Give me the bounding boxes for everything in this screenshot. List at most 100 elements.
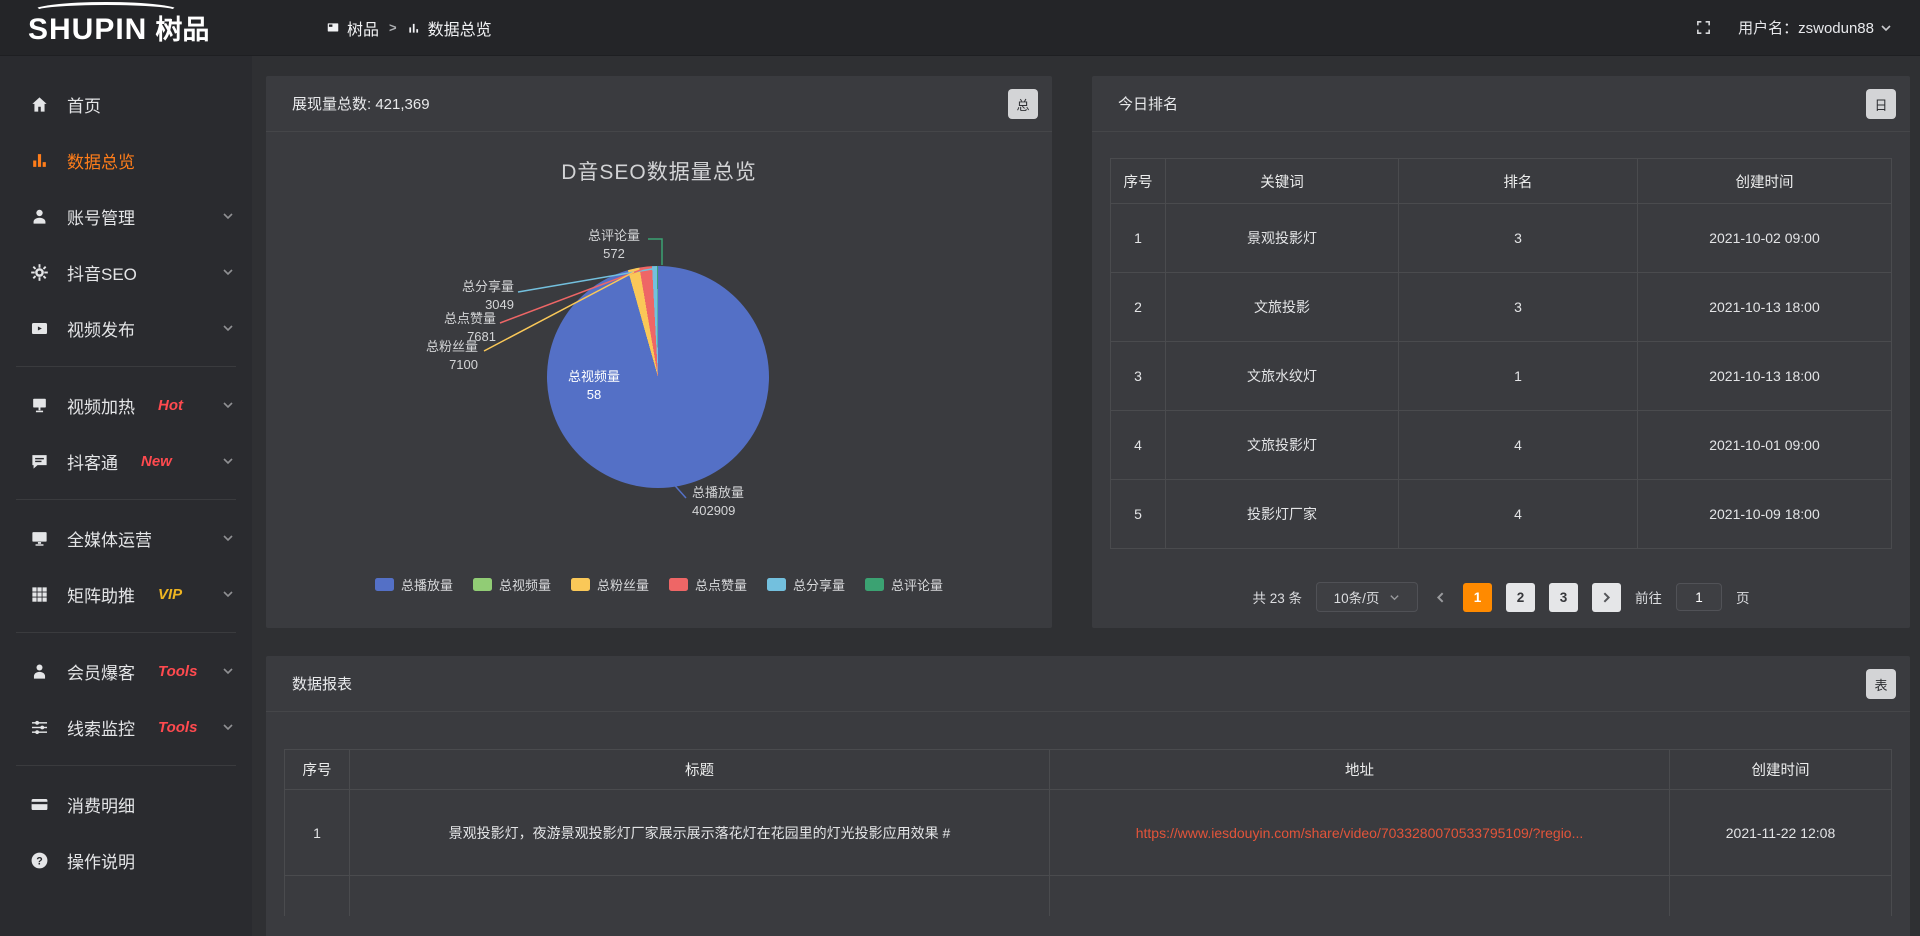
pie-label-fans: 总粉丝量 7100 [358,338,478,374]
pie-label-plays: 总播放量 402909 [692,484,802,520]
chevron-down-icon [222,266,234,278]
bar-chart-icon [407,21,421,35]
tools-badge: Tools [158,663,197,680]
table-row: 3文旅水纹灯12021-10-13 18:00 [1111,342,1892,411]
chevron-down-icon [1880,22,1892,34]
new-badge: New [141,453,172,470]
sliders-icon [30,717,50,737]
username-label: 用户名：zswodun88 [1738,17,1874,38]
sidebar-item-account[interactable]: 账号管理 [0,188,252,244]
grid-icon [30,584,50,604]
topbar: SHUPIN 树品 树品 > 数据总览 用户名：zswodun88 [0,0,1920,56]
page-button-2[interactable]: 2 [1506,583,1535,612]
fullscreen-icon[interactable] [1695,19,1712,36]
legend-item-videos[interactable]: 总视频量 [473,575,551,594]
chevron-down-icon [222,399,234,411]
legend-swatch [669,578,688,591]
legend-item-plays[interactable]: 总播放量 [375,575,453,594]
pagination-total: 共 23 条 [1252,587,1302,607]
chevron-down-icon [222,721,234,733]
vip-badge: VIP [158,586,182,603]
sidebar-item-instructions[interactable]: ? 操作说明 [0,832,252,888]
user-menu[interactable]: 用户名：zswodun88 [1738,17,1892,38]
report-table: 序号 标题 地址 创建时间 1 景观投影灯，夜游景观投影灯厂家展示展示落花灯在花… [284,749,1892,916]
ranking-table: 序号 关键词 排名 创建时间 1景观投影灯32021-10-02 09:00 2… [1110,158,1892,549]
legend-swatch [473,578,492,591]
chevron-down-icon [1389,592,1400,603]
table-row [285,876,1892,916]
page-button-1[interactable]: 1 [1463,583,1492,612]
sidebar: 首页 数据总览 账号管理 抖音SEO 视频发布 视频加热 Hot 抖客通 New… [0,56,252,936]
main-content: 抖音seo数据 全媒体运营数据 询盘数据 展现量总数: 421,369 总 D音… [252,0,1920,936]
chevron-down-icon [222,322,234,334]
sidebar-item-leads-monitor[interactable]: 线索监控 Tools [0,699,252,755]
sidebar-item-matrix-boost[interactable]: 矩阵助推 VIP [0,566,252,622]
sidebar-item-video-publish[interactable]: 视频发布 [0,300,252,356]
sidebar-item-doukertong[interactable]: 抖客通 New [0,433,252,489]
svg-text:?: ? [36,855,43,867]
legend-item-fans[interactable]: 总粉丝量 [571,575,649,594]
next-page-button[interactable] [1592,583,1621,612]
report-panel-header: 数据报表 表 [266,656,1910,712]
gear-icon [30,262,50,282]
sidebar-item-data-overview[interactable]: 数据总览 [0,132,252,188]
person-icon [30,661,50,681]
table-row: 1 景观投影灯，夜游景观投影灯厂家展示展示落花灯在花园里的灯光投影应用效果 # … [285,790,1892,876]
breadcrumb-current[interactable]: 数据总览 [407,16,492,40]
goto-label: 前往 [1635,587,1662,607]
report-title: 数据报表 [292,673,352,694]
sidebar-divider [16,499,236,500]
sidebar-item-video-heat[interactable]: 视频加热 Hot [0,377,252,433]
chevron-down-icon [222,532,234,544]
hot-badge: Hot [158,397,183,414]
user-icon [30,206,50,226]
data-report-panel: 数据报表 表 序号 标题 地址 创建时间 1 景观投影灯，夜游景观投影灯厂家展示… [266,656,1910,936]
sidebar-item-media-ops[interactable]: 全媒体运营 [0,510,252,566]
app-logo: SHUPIN 树品 [28,8,278,47]
pie-chart: D音SEO数据量总览 总评论量 572 总分享量 3049 [266,132,1052,602]
question-circle-icon: ? [30,850,50,870]
page-button-3[interactable]: 3 [1549,583,1578,612]
sidebar-item-consumption[interactable]: 消费明细 [0,776,252,832]
legend-item-comments[interactable]: 总评论量 [865,575,943,594]
prev-page-button[interactable] [1432,591,1449,604]
impressions-total-label: 展现量总数: 421,369 [292,93,430,114]
credit-card-icon [30,794,50,814]
today-ranking-panel: 今日排名 日 序号 关键词 排名 创建时间 1景观投影灯32021-10-02 … [1092,76,1910,628]
chevron-down-icon [222,588,234,600]
sidebar-item-home[interactable]: 首页 [0,76,252,132]
total-toggle-button[interactable]: 总 [1008,89,1038,119]
goto-page-input[interactable] [1676,583,1722,611]
page-size-select[interactable]: 10条/页 [1316,582,1418,612]
monitor-icon [30,528,50,548]
table-row: 5投影灯厂家42021-10-09 18:00 [1111,480,1892,549]
breadcrumb-separator: > [389,20,397,35]
legend-item-shares[interactable]: 总分享量 [767,575,845,594]
home-icon [30,94,50,114]
table-row: 4文旅投影灯42021-10-01 09:00 [1111,411,1892,480]
legend-swatch [375,578,394,591]
day-toggle-button[interactable]: 日 [1866,89,1896,119]
video-link[interactable]: https://www.iesdouyin.com/share/video/70… [1050,790,1670,876]
screen-stand-icon [30,395,50,415]
seo-overview-panel: 展现量总数: 421,369 总 D音SEO数据量总览 总评论量 572 [266,76,1052,628]
chart-panel-header: 展现量总数: 421,369 总 [266,76,1052,132]
chart-legend: 总播放量 总视频量 总粉丝量 总点赞量 总分享量 总评论量 [266,575,1052,594]
legend-swatch [865,578,884,591]
table-header-row: 序号 标题 地址 创建时间 [285,750,1892,790]
sidebar-item-douyin-seo[interactable]: 抖音SEO [0,244,252,300]
legend-item-likes[interactable]: 总点赞量 [669,575,747,594]
breadcrumb-root[interactable]: 树品 [326,16,379,40]
chevron-down-icon [222,210,234,222]
video-publish-icon [30,318,50,338]
legend-swatch [571,578,590,591]
sidebar-divider [16,632,236,633]
goto-suffix: 页 [1736,587,1750,607]
pie-label-shares: 总分享量 3049 [386,278,514,314]
ranking-panel-header: 今日排名 日 [1092,76,1910,132]
chevron-left-icon [1434,591,1447,604]
table-toggle-button[interactable]: 表 [1866,669,1896,699]
sidebar-item-member[interactable]: 会员爆客 Tools [0,643,252,699]
legend-swatch [767,578,786,591]
table-row: 2文旅投影32021-10-13 18:00 [1111,273,1892,342]
